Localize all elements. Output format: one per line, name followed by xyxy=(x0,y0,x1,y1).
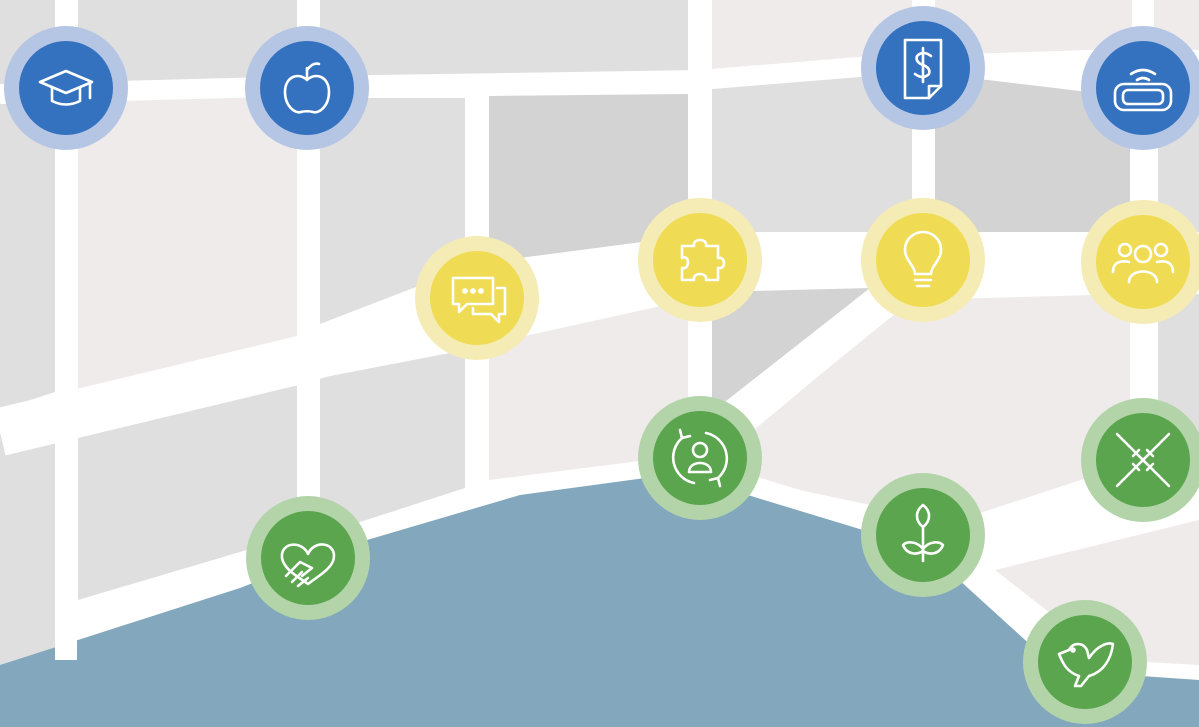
city-map xyxy=(0,0,1199,727)
marker-disc xyxy=(260,41,354,135)
city-block xyxy=(0,420,55,672)
marker-disc xyxy=(430,251,524,345)
marker-disc xyxy=(1038,615,1132,709)
marker-apple[interactable] xyxy=(245,26,369,150)
marker-puzzle[interactable] xyxy=(638,198,762,322)
marker-person-cycle[interactable] xyxy=(638,396,762,520)
marker-disc xyxy=(876,213,970,307)
marker-disc xyxy=(19,41,113,135)
marker-invoice-dollar[interactable] xyxy=(861,6,985,130)
marker-disc xyxy=(261,511,355,605)
marker-heart-hand[interactable] xyxy=(246,496,370,620)
marker-dove[interactable] xyxy=(1023,600,1147,724)
marker-graduation-cap[interactable] xyxy=(4,26,128,150)
marker-disc xyxy=(1096,41,1190,135)
marker-disc xyxy=(653,213,747,307)
marker-sprout[interactable] xyxy=(861,473,985,597)
map-stage xyxy=(0,0,1199,727)
marker-chat[interactable] xyxy=(415,236,539,360)
marker-lightbulb[interactable] xyxy=(861,198,985,322)
